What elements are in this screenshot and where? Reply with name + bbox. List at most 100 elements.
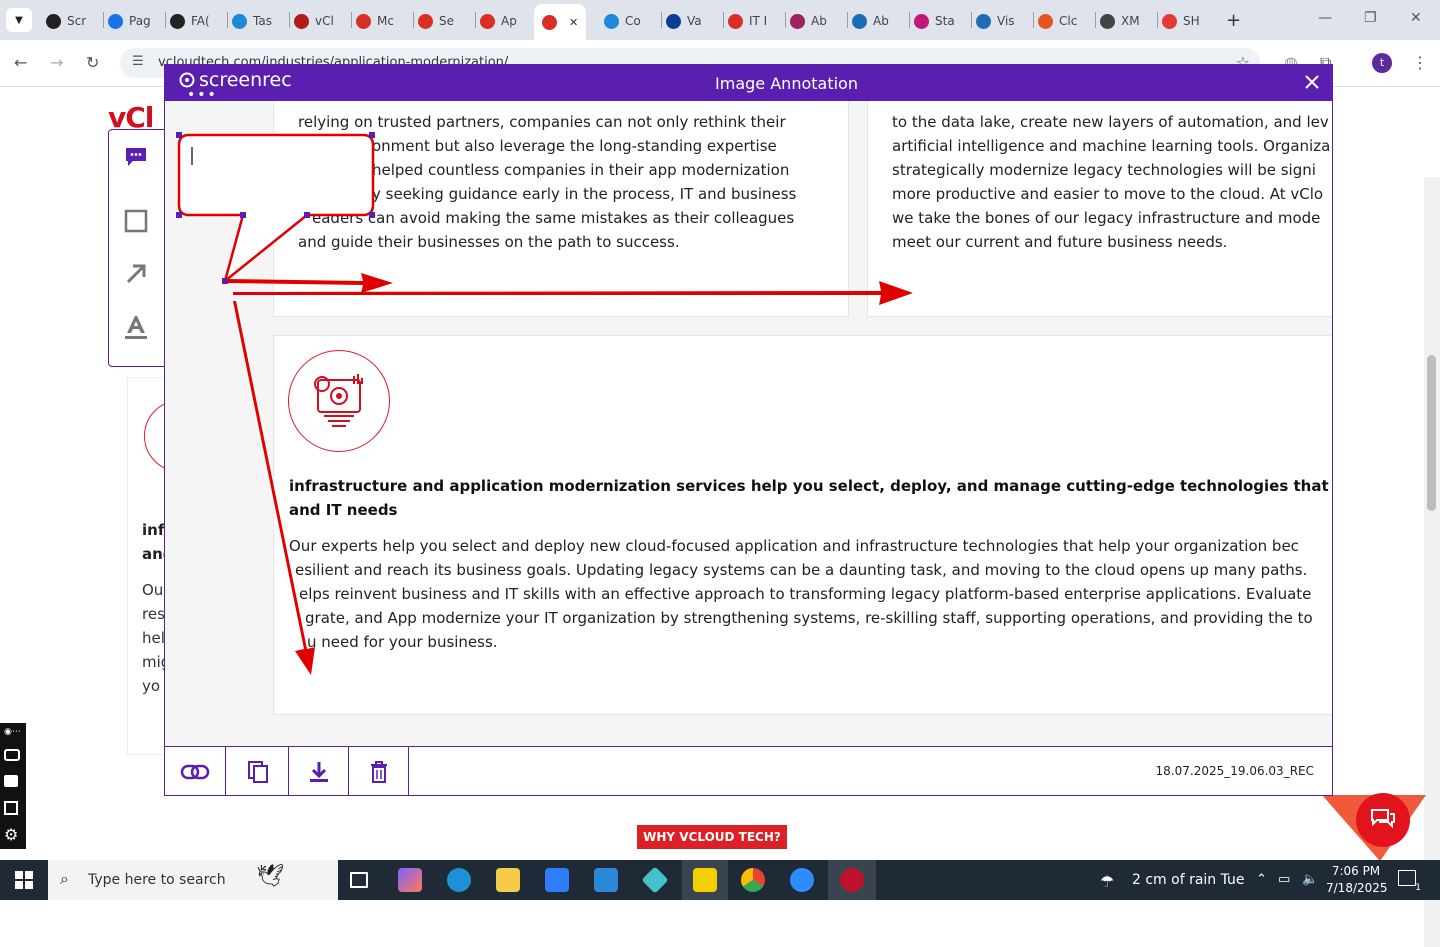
chat-icon [1371, 809, 1395, 829]
page-scrollbar[interactable] [1424, 177, 1440, 947]
browser-tab[interactable]: Ab [790, 8, 827, 34]
browser-tab[interactable]: vCl [294, 8, 334, 34]
taskbar-active-slot[interactable] [828, 860, 876, 900]
browser-menu-icon[interactable]: ⋮ [1412, 53, 1428, 72]
tab-separator [1033, 12, 1034, 28]
tab-separator [227, 12, 228, 28]
gallery-icon[interactable] [4, 801, 18, 815]
chat-button[interactable] [1356, 793, 1410, 847]
resize-handle[interactable] [304, 212, 310, 218]
arrow-annotation[interactable] [233, 281, 913, 305]
copy-icon [248, 760, 268, 783]
close-window-button[interactable]: ✕ [1410, 10, 1422, 26]
browser-tab[interactable]: Va [666, 8, 702, 34]
tab-favicon-icon [418, 13, 433, 29]
new-tab-button[interactable]: + [1226, 10, 1241, 31]
tab-label: FA( [191, 14, 210, 28]
arrow-annotation[interactable] [233, 301, 315, 675]
forward-arrow-icon[interactable]: → [50, 53, 63, 72]
browser-tab[interactable]: Co [604, 8, 641, 34]
browser-tab[interactable]: Vis [976, 8, 1015, 34]
reload-icon[interactable]: ↻ [86, 53, 99, 72]
browser-tab[interactable]: Ap [480, 8, 517, 34]
app-diamond-icon[interactable] [641, 866, 669, 894]
back-arrow-icon[interactable]: ← [14, 53, 27, 72]
browser-tab-active[interactable]: ✕ [534, 4, 587, 40]
tab-favicon-icon [1100, 13, 1115, 29]
annotation-layer[interactable] [165, 101, 1332, 746]
tab-label: Ab [811, 14, 827, 28]
chrome-icon[interactable] [741, 868, 765, 892]
scrollbar-thumb[interactable] [1427, 355, 1436, 511]
tab-separator [971, 12, 972, 28]
copy-button[interactable] [228, 747, 289, 795]
browser-tab[interactable]: Tas [232, 8, 272, 34]
tab-separator [413, 12, 414, 28]
resize-handle[interactable] [369, 212, 375, 218]
restore-button[interactable]: ❐ [1364, 10, 1377, 26]
volume-icon[interactable]: 🔈 [1302, 872, 1318, 887]
arrow-annotation[interactable] [227, 273, 393, 293]
tab-separator [723, 12, 724, 28]
tab-favicon-icon [480, 13, 495, 29]
show-hidden-icons-chevron-icon[interactable]: ⌃ [1256, 872, 1267, 887]
taskbar-search-box[interactable]: ⌕ Type here to search 🕊 [48, 860, 338, 900]
clock-date: 7/18/2025 [1326, 881, 1388, 895]
system-clock[interactable]: 7:06 PM 7/18/2025 [1326, 863, 1388, 897]
minimize-button[interactable]: — [1318, 10, 1332, 26]
tab-favicon-icon [108, 13, 123, 29]
grip-icon[interactable]: ◉⋯ [4, 727, 21, 737]
weather-text[interactable]: 2 cm of rain Tue [1132, 872, 1245, 888]
tab-label: Vis [997, 14, 1015, 28]
resize-handle[interactable] [240, 212, 246, 218]
download-button[interactable] [289, 747, 349, 795]
mail-icon[interactable] [594, 868, 618, 892]
tab-favicon-icon [852, 13, 867, 29]
tab-favicon-icon [790, 13, 805, 29]
browser-tab[interactable]: Mc [356, 8, 394, 34]
browser-tab[interactable]: XM [1100, 8, 1140, 34]
tab-separator [1157, 12, 1158, 28]
notification-center-icon[interactable]: 1 [1398, 870, 1421, 893]
resize-handle[interactable] [176, 132, 182, 138]
video-icon[interactable] [4, 775, 18, 787]
zoom-icon[interactable] [790, 868, 814, 892]
close-icon[interactable] [1303, 73, 1321, 91]
start-button[interactable] [0, 860, 48, 900]
tab-separator [661, 12, 662, 28]
copilot-icon[interactable] [398, 868, 422, 892]
delete-button[interactable] [349, 747, 409, 795]
why-vcloud-tech-button[interactable]: WHY VCLOUD TECH? [637, 825, 787, 849]
profile-avatar[interactable]: t [1372, 53, 1392, 73]
close-tab-icon[interactable]: ✕ [569, 16, 578, 29]
text-tool-icon[interactable] [123, 314, 149, 340]
browser-tab[interactable]: Se [418, 8, 454, 34]
camera-icon[interactable] [4, 749, 20, 761]
resize-handle[interactable] [176, 212, 182, 218]
annotation-canvas[interactable]: relying on trusted partners, companies c… [165, 101, 1332, 746]
file-explorer-icon[interactable] [496, 868, 520, 892]
browser-tab[interactable]: Sta [914, 8, 955, 34]
speech-bubble-tool-icon[interactable] [123, 144, 149, 170]
task-view-icon[interactable] [350, 872, 368, 888]
rectangle-tool-icon[interactable] [123, 208, 149, 234]
network-icon[interactable]: ▭ [1278, 872, 1290, 887]
settings-gear-icon[interactable]: ⚙ [4, 825, 18, 844]
browser-tab[interactable]: SH [1162, 8, 1200, 34]
arrow-tool-icon[interactable] [123, 260, 149, 286]
copy-link-button[interactable] [165, 747, 226, 795]
taskbar-active-slot[interactable] [682, 860, 728, 900]
tab-search-chevron-icon[interactable]: ▼ [6, 8, 32, 32]
microsoft-store-icon[interactable] [545, 868, 569, 892]
browser-tab[interactable]: Pag [108, 8, 151, 34]
browser-tab[interactable]: Scr [46, 8, 86, 34]
browser-tab[interactable]: IT I [728, 8, 767, 34]
browser-tab[interactable]: Ab [852, 8, 889, 34]
resize-handle[interactable] [369, 132, 375, 138]
site-info-icon[interactable]: ☰ [132, 54, 144, 69]
rain-umbrella-icon[interactable]: ☂ [1100, 872, 1114, 891]
edge-icon[interactable] [447, 868, 471, 892]
browser-tab[interactable]: FA( [170, 8, 210, 34]
callout-annotation[interactable] [176, 132, 375, 285]
browser-tab[interactable]: Clc [1038, 8, 1077, 34]
